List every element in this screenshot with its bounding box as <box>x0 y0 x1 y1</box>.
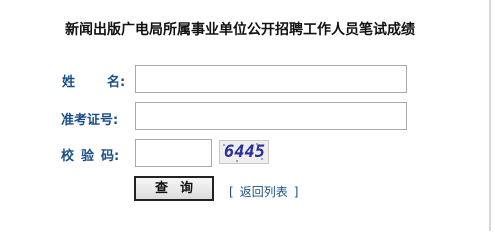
captcha-label-char-1: 校 <box>61 149 75 164</box>
exam-number-input[interactable] <box>135 102 407 130</box>
query-button[interactable]: 查询 <box>134 176 214 201</box>
exam-number-label: 准考证号: <box>61 113 119 128</box>
page-title: 新闻出版广电局所属事业单位公开招聘工作人员笔试成绩 <box>65 22 415 38</box>
page-right-border <box>489 0 491 231</box>
name-input[interactable] <box>135 65 407 93</box>
captcha-label-char-3: 码: <box>101 149 120 164</box>
back-to-list-link[interactable]: [ 返回列表] <box>229 183 298 200</box>
captcha-image-text: 6445 <box>224 142 265 162</box>
name-label-char-1: 姓 <box>62 75 76 90</box>
back-link-open-bracket: [ <box>229 185 234 199</box>
name-label-char-2: 名: <box>107 75 126 90</box>
captcha-label-char-2: 验 <box>81 149 95 164</box>
captcha-image[interactable]: 6445 <box>219 140 269 164</box>
captcha-input[interactable] <box>135 139 212 167</box>
back-link-close-bracket: ] <box>293 185 299 199</box>
captcha-label: 校验码: <box>61 145 119 164</box>
back-link-text: 返回列表 <box>239 185 288 199</box>
name-label: 姓 名: <box>62 71 125 90</box>
